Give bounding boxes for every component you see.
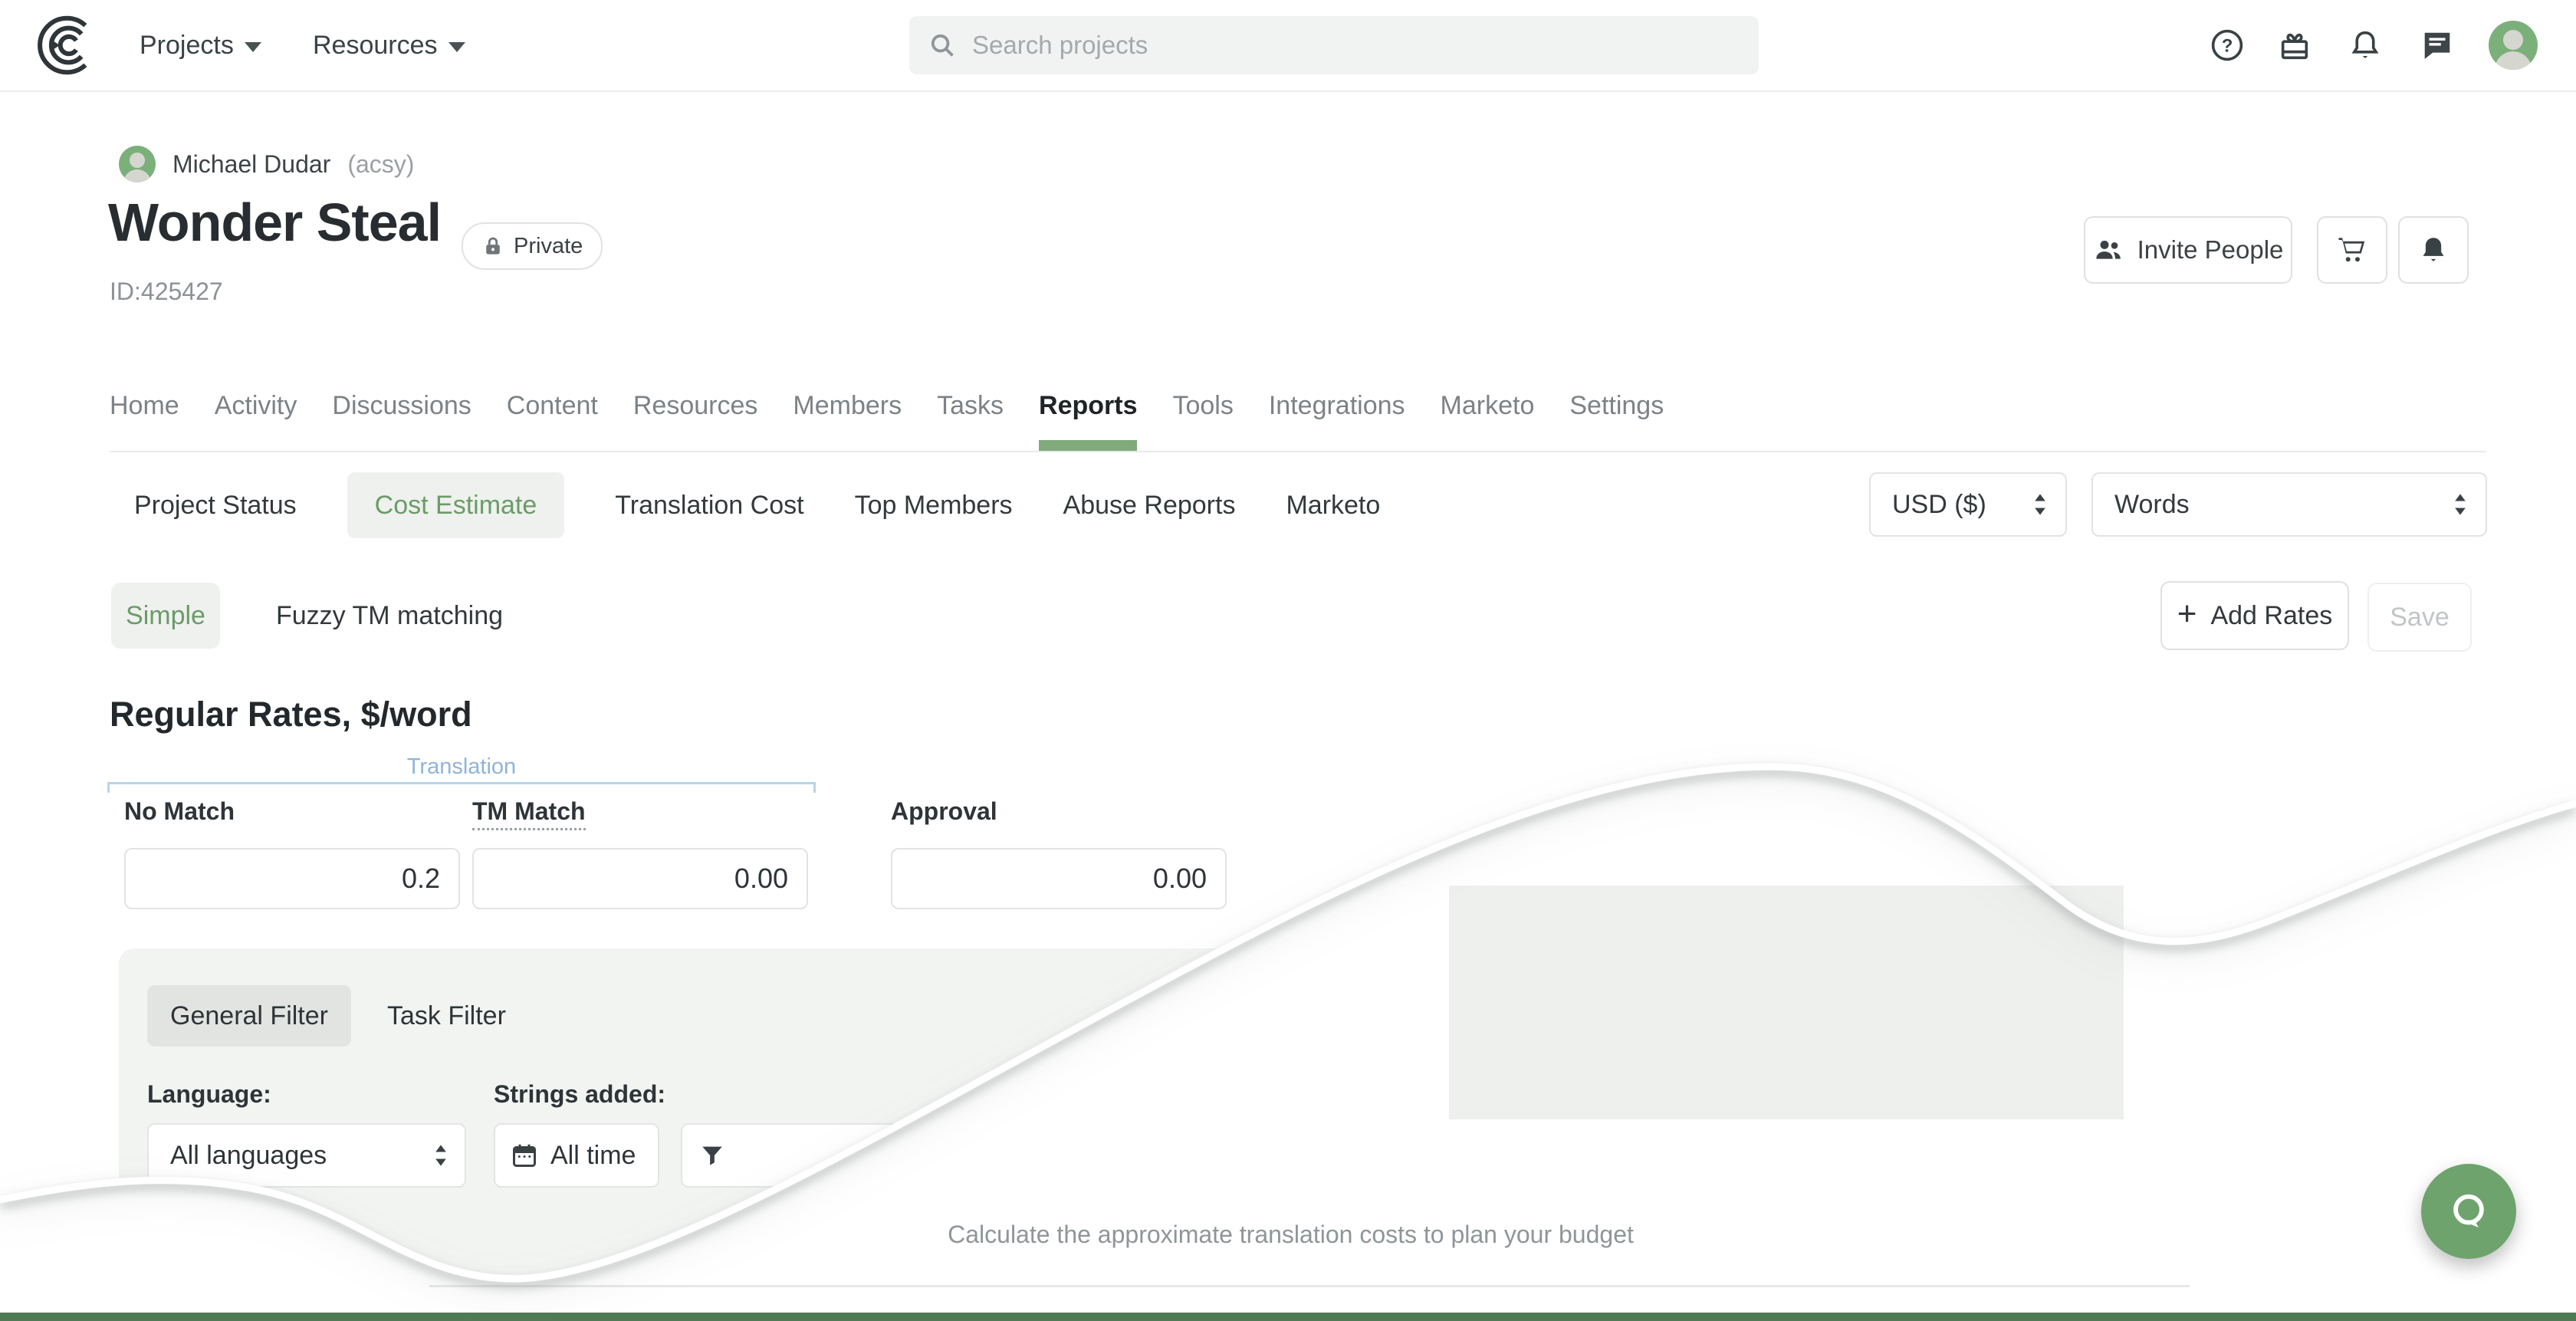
page-title: Wonder Steal xyxy=(108,192,441,253)
strings-filter-button[interactable] xyxy=(681,1123,957,1188)
nav-projects-menu[interactable]: Projects xyxy=(140,0,261,90)
privacy-badge-label: Private xyxy=(514,234,583,259)
owner-name[interactable]: Michael Dudar xyxy=(172,150,330,179)
filter-tab-general[interactable]: General Filter xyxy=(147,985,351,1047)
rate-label-approval: Approval xyxy=(891,797,997,826)
subtab-translation-cost[interactable]: Translation Cost xyxy=(615,491,803,521)
avatar-shoulders xyxy=(123,169,151,182)
tab-settings[interactable]: Settings xyxy=(1569,385,1664,451)
subtab-top-members[interactable]: Top Members xyxy=(855,491,1013,521)
rate-input-tm-match[interactable] xyxy=(472,848,808,909)
chat-bubble-icon xyxy=(2442,1185,2496,1238)
notifications-bell-icon[interactable] xyxy=(2348,0,2383,90)
search-icon xyxy=(928,31,957,60)
rates-heading: Regular Rates, $/word xyxy=(110,695,472,734)
nav-resources-label: Resources xyxy=(313,31,438,61)
tab-content[interactable]: Content xyxy=(507,385,598,451)
language-select-value: All languages xyxy=(170,1141,327,1171)
tab-marketo[interactable]: Marketo xyxy=(1441,385,1535,451)
tab-reports[interactable]: Reports xyxy=(1039,385,1137,451)
language-select[interactable]: All languages xyxy=(147,1123,466,1188)
owner-avatar[interactable] xyxy=(119,146,156,182)
avatar-shoulders xyxy=(2495,51,2532,70)
unit-select[interactable]: Words xyxy=(2091,472,2487,537)
translation-group-label: Translation xyxy=(107,754,816,780)
top-header: Projects Resources ? xyxy=(0,0,2576,92)
project-owner-row: Michael Dudar (acsy) xyxy=(119,146,414,182)
cart-button[interactable] xyxy=(2317,216,2387,284)
avatar-face xyxy=(2503,30,2523,50)
bell-icon xyxy=(2417,234,2450,266)
project-tab-bar: Home Activity Discussions Content Resour… xyxy=(110,385,2486,452)
add-rates-label: Add Rates xyxy=(2210,601,2332,631)
nav-projects-label: Projects xyxy=(140,31,234,61)
cost-estimate-hint: Calculate the approximate translation co… xyxy=(393,1221,2189,1249)
rate-input-no-match[interactable] xyxy=(124,848,460,909)
tab-home[interactable]: Home xyxy=(110,385,179,451)
subtab-marketo[interactable]: Marketo xyxy=(1286,491,1380,521)
owner-handle: (acsy) xyxy=(347,150,414,179)
messages-icon[interactable] xyxy=(2420,0,2455,90)
support-chat-button[interactable] xyxy=(2421,1164,2516,1259)
subtab-project-status[interactable]: Project Status xyxy=(134,491,297,521)
help-icon[interactable]: ? xyxy=(2210,0,2245,90)
project-notifications-button[interactable] xyxy=(2398,216,2469,284)
tab-integrations[interactable]: Integrations xyxy=(1269,385,1405,451)
chevron-down-icon xyxy=(245,42,261,52)
avatar-face xyxy=(130,153,145,168)
app-logo-icon[interactable] xyxy=(35,12,101,78)
currency-select-value: USD ($) xyxy=(1892,490,1986,520)
strings-added-date-button[interactable]: All time xyxy=(494,1123,659,1188)
tab-members[interactable]: Members xyxy=(793,385,902,451)
calendar-icon xyxy=(511,1142,538,1169)
tab-activity[interactable]: Activity xyxy=(215,385,297,451)
language-label: Language: xyxy=(147,1080,271,1109)
strings-added-label: Strings added: xyxy=(494,1080,665,1109)
filter-funnel-icon xyxy=(699,1142,725,1168)
report-subtab-bar: Project Status Cost Estimate Translation… xyxy=(134,472,1380,538)
subtab-cost-estimate[interactable]: Cost Estimate xyxy=(347,472,565,538)
rate-input-approval[interactable] xyxy=(891,848,1227,909)
people-icon xyxy=(2093,235,2124,265)
save-button[interactable]: Save xyxy=(2367,583,2472,652)
tab-resources[interactable]: Resources xyxy=(633,385,758,451)
user-avatar[interactable] xyxy=(2489,0,2538,90)
privacy-badge: Private xyxy=(462,222,603,270)
subtab-abuse-reports[interactable]: Abuse Reports xyxy=(1063,491,1236,521)
add-rates-button[interactable]: + Add Rates xyxy=(2160,581,2349,650)
filter-tab-task[interactable]: Task Filter xyxy=(387,985,506,1047)
updown-arrows-icon xyxy=(2452,491,2469,518)
project-id: ID:425427 xyxy=(110,278,223,306)
rate-label-no-match: No Match xyxy=(124,797,235,826)
lock-icon xyxy=(481,235,504,258)
gift-icon[interactable] xyxy=(2277,0,2312,90)
invite-people-label: Invite People xyxy=(2137,235,2284,265)
strings-added-value: All time xyxy=(550,1141,636,1171)
translation-group-bracket xyxy=(107,782,816,793)
tab-discussions[interactable]: Discussions xyxy=(332,385,471,451)
cart-icon xyxy=(2336,234,2368,266)
search-input[interactable] xyxy=(971,30,1740,61)
page: Projects Resources ? xyxy=(0,0,2576,1321)
updown-arrows-icon xyxy=(432,1142,449,1168)
invite-people-button[interactable]: Invite People xyxy=(2084,216,2292,284)
updown-arrows-icon xyxy=(2032,491,2049,518)
unit-select-value: Words xyxy=(2114,490,2190,520)
svg-text:?: ? xyxy=(2222,36,2233,57)
tab-tools[interactable]: Tools xyxy=(1172,385,1233,451)
currency-select[interactable]: USD ($) xyxy=(1869,472,2067,537)
nav-resources-menu[interactable]: Resources xyxy=(313,0,465,90)
rate-label-tm-match: TM Match xyxy=(472,797,586,826)
mode-simple-toggle[interactable]: Simple xyxy=(111,583,220,649)
mode-fuzzy-toggle[interactable]: Fuzzy TM matching xyxy=(276,583,503,649)
search-bar[interactable] xyxy=(909,16,1759,74)
bottom-accent-bar xyxy=(0,1313,2576,1321)
chevron-down-icon xyxy=(449,42,465,52)
tab-tasks[interactable]: Tasks xyxy=(937,385,1004,451)
